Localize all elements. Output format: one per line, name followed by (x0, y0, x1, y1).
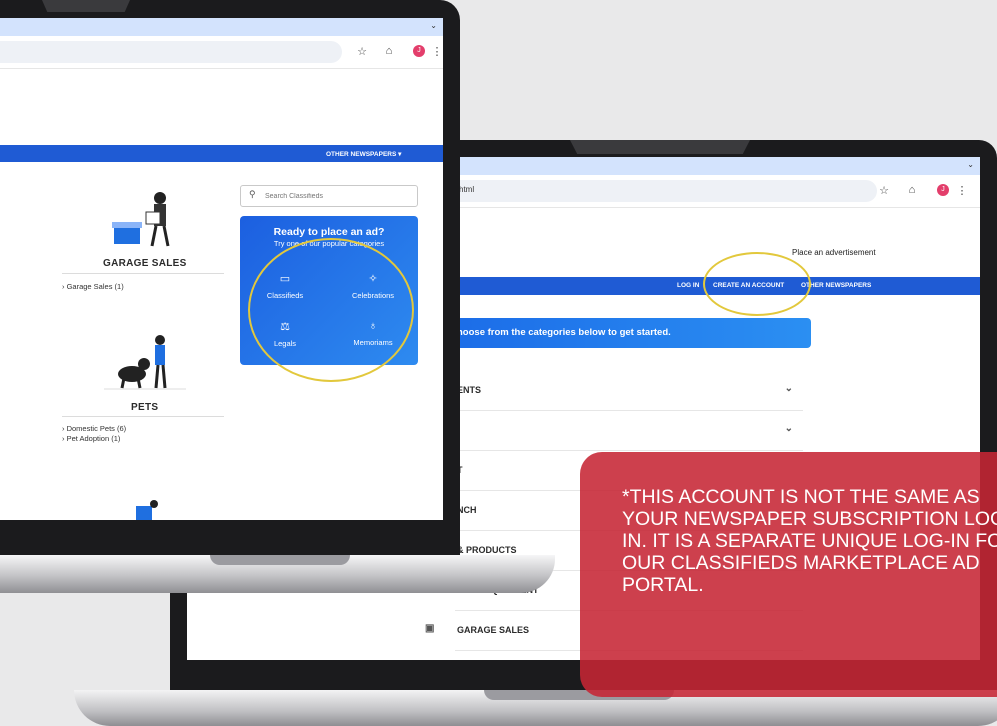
category-illustration (136, 500, 158, 520)
other-newspapers-link[interactable]: OTHER NEWSPAPERS ▾ (326, 150, 401, 158)
search-input[interactable] (263, 188, 415, 204)
kebab-menu-icon[interactable]: ⋮ (955, 184, 969, 197)
garage-sale-illustration (112, 192, 170, 247)
laptop-notch (42, 0, 130, 12)
category-title: GARAGE SALES (103, 258, 187, 269)
browser-toolbar: ☆ ⌂ J ⋮ (0, 36, 443, 69)
highlight-ring-create-account (703, 252, 811, 316)
banner-text: hoose from the categories below to get s… (457, 327, 671, 338)
category-label: & PRODUCTS (457, 545, 517, 555)
search-field[interactable]: ⚲ (240, 185, 418, 207)
highlight-ring-ad-options (248, 238, 414, 382)
address-bar[interactable] (0, 41, 342, 63)
chevron-down-icon: ⌄ (784, 383, 793, 394)
chevron-down-icon[interactable]: ⌄ (967, 160, 974, 169)
profile-avatar-icon[interactable]: J (937, 184, 949, 196)
extension-icon[interactable]: ⌂ (382, 45, 396, 57)
kebab-menu-icon[interactable]: ⋮ (430, 45, 443, 58)
notice-text: *THIS ACCOUNT IS NOT THE SAME AS YOUR NE… (622, 486, 997, 596)
pets-illustration (104, 335, 186, 390)
login-link[interactable]: LOG IN (677, 282, 699, 289)
category-link[interactable]: › Pet Adoption (1) (62, 434, 120, 443)
category-label: GARAGE SALES (457, 625, 530, 635)
panel-title: Ready to place an ad? (273, 226, 385, 238)
search-icon: ⚲ (249, 189, 256, 199)
profile-avatar-icon[interactable]: J (413, 45, 425, 57)
place-ad-link[interactable]: Place an advertisement (792, 248, 876, 257)
laptop-notch (570, 140, 750, 154)
category-label: ENTS (457, 385, 482, 395)
star-icon[interactable]: ☆ (877, 184, 891, 197)
category-row[interactable]: ⌄ (455, 411, 803, 451)
laptop-front-base (0, 555, 555, 593)
chevron-down-icon[interactable]: ⌄ (430, 21, 437, 30)
chevron-down-icon: ⌄ (784, 423, 793, 434)
category-link[interactable]: › Domestic Pets (6) (62, 424, 126, 433)
top-nav: OTHER NEWSPAPERS ▾ (0, 145, 443, 162)
category-link[interactable]: › Garage Sales (1) (62, 282, 124, 291)
category-title: PETS (131, 402, 159, 413)
other-newspapers-link[interactable]: OTHER NEWSPAPERS (801, 282, 871, 289)
base-groove (210, 555, 350, 565)
star-icon[interactable]: ☆ (355, 45, 369, 58)
choose-banner: hoose from the categories below to get s… (455, 318, 811, 348)
box-icon: ▣ (425, 623, 435, 634)
category-row[interactable]: ENTS ⌄ (455, 371, 803, 411)
divider (62, 416, 224, 417)
account-notice: *THIS ACCOUNT IS NOT THE SAME AS YOUR NE… (580, 452, 997, 697)
extension-icon[interactable]: ⌂ (905, 184, 919, 196)
tab-bar: ⌄ (0, 18, 443, 36)
divider (62, 273, 224, 274)
